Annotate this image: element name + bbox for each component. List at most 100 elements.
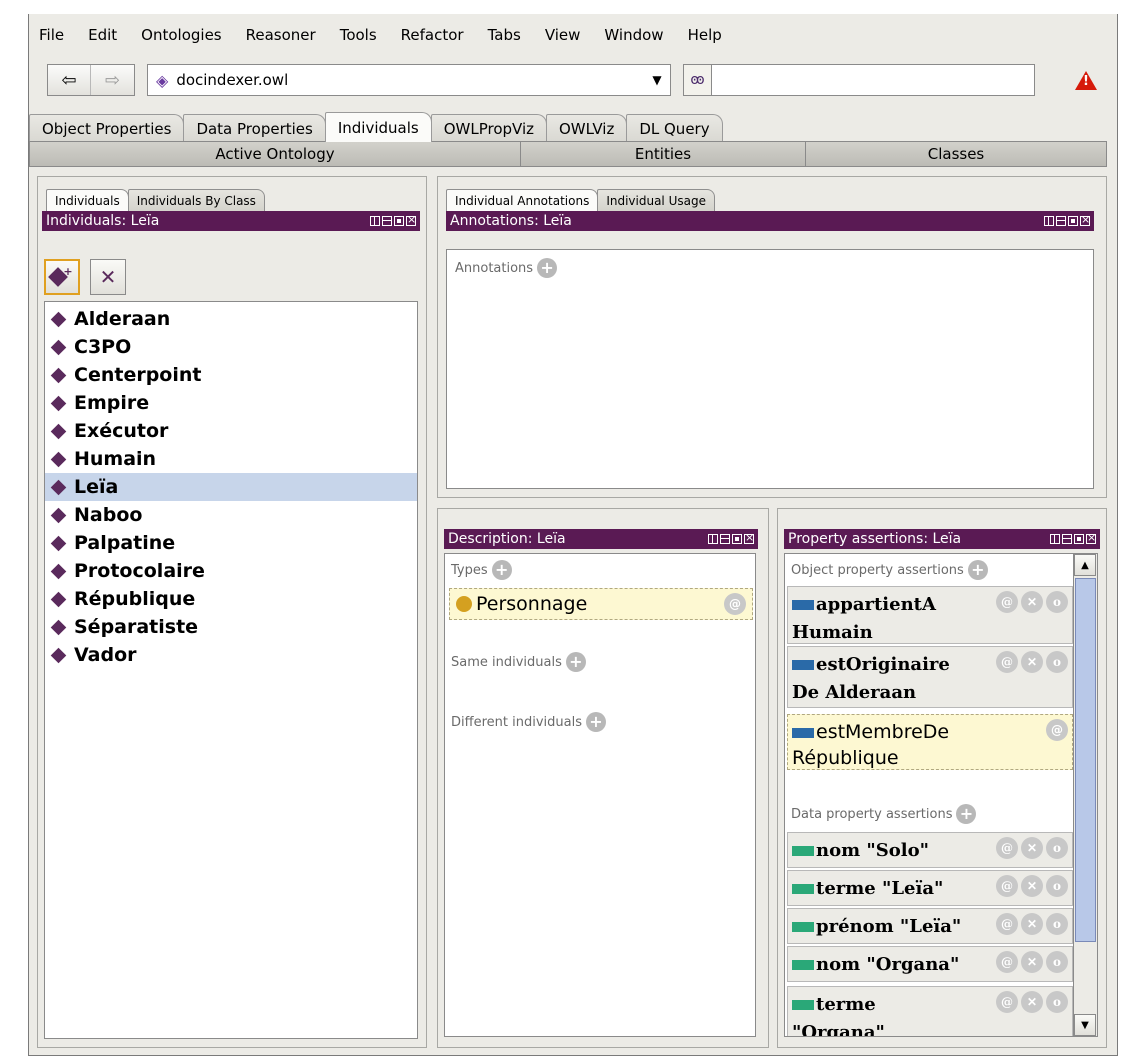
- tab-classes[interactable]: Classes: [805, 141, 1107, 167]
- list-item[interactable]: Séparatiste: [45, 613, 417, 641]
- annotate-button[interactable]: @: [996, 951, 1018, 973]
- scroll-thumb[interactable]: [1075, 578, 1096, 942]
- minimize-icon[interactable]: [1062, 534, 1072, 544]
- annotate-button[interactable]: @: [996, 913, 1018, 935]
- tab-data-properties[interactable]: Data Properties: [183, 114, 326, 142]
- tab-owlpropviz[interactable]: OWLPropViz: [430, 114, 547, 142]
- list-item[interactable]: C3PO: [45, 333, 417, 361]
- subtab-individuals-by-class[interactable]: Individuals By Class: [127, 189, 265, 211]
- ontology-selector[interactable]: ◈ docindexer.owl ▼: [147, 64, 671, 96]
- type-entry[interactable]: Personnage @: [449, 588, 753, 620]
- annotate-button[interactable]: @: [1046, 719, 1068, 741]
- minimize-icon[interactable]: [1056, 216, 1066, 226]
- tab-dl-query[interactable]: DL Query: [626, 114, 723, 142]
- close-icon[interactable]: [1086, 531, 1096, 544]
- menu-tools[interactable]: Tools: [328, 26, 389, 44]
- forward-button[interactable]: ⇨: [91, 65, 134, 95]
- add-data-assertion-button[interactable]: +: [956, 804, 977, 824]
- delete-button[interactable]: ✕: [1021, 837, 1043, 859]
- annotate-button[interactable]: @: [996, 991, 1018, 1013]
- data-assertion-row[interactable]: nom "Organa" @ ✕ o: [787, 946, 1073, 982]
- list-item[interactable]: Alderaan: [45, 305, 417, 333]
- annotate-button[interactable]: @: [996, 651, 1018, 673]
- list-item[interactable]: Naboo: [45, 501, 417, 529]
- add-annotation-button[interactable]: +: [537, 258, 558, 278]
- subtab-individual-annotations[interactable]: Individual Annotations: [446, 189, 599, 211]
- list-item[interactable]: Empire: [45, 389, 417, 417]
- list-item[interactable]: Humain: [45, 445, 417, 473]
- list-item-selected[interactable]: Leïa: [45, 473, 417, 501]
- split-icon[interactable]: [1050, 534, 1060, 544]
- add-same-individual-button[interactable]: +: [565, 652, 586, 672]
- menu-refactor[interactable]: Refactor: [389, 26, 476, 44]
- subtab-individual-usage[interactable]: Individual Usage: [597, 189, 715, 211]
- explain-button[interactable]: o: [1046, 875, 1068, 897]
- list-item[interactable]: République: [45, 585, 417, 613]
- float-icon[interactable]: [1074, 534, 1084, 544]
- close-icon[interactable]: [1080, 213, 1090, 226]
- data-assertion-row[interactable]: terme "Leïa" @ ✕ o: [787, 870, 1073, 906]
- add-type-button[interactable]: +: [491, 560, 512, 580]
- data-assertion-row[interactable]: terme "Organa" @ ✕ o: [787, 986, 1073, 1036]
- delete-button[interactable]: ✕: [1021, 875, 1043, 897]
- split-icon[interactable]: [1044, 216, 1054, 226]
- object-assertion-row[interactable]: estOriginaire De Alderaan @ ✕ o: [787, 646, 1073, 708]
- annotate-button[interactable]: @: [996, 837, 1018, 859]
- tab-entities[interactable]: Entities: [520, 141, 806, 167]
- tab-owlviz[interactable]: OWLViz: [546, 114, 628, 142]
- annotate-button[interactable]: @: [996, 875, 1018, 897]
- list-item[interactable]: Vador: [45, 641, 417, 669]
- split-icon[interactable]: [708, 534, 718, 544]
- menu-file[interactable]: File: [29, 26, 76, 44]
- close-icon[interactable]: [744, 531, 754, 544]
- minimize-icon[interactable]: [720, 534, 730, 544]
- menu-view[interactable]: View: [533, 26, 593, 44]
- close-icon[interactable]: [406, 213, 416, 226]
- list-item[interactable]: Centerpoint: [45, 361, 417, 389]
- warning-icon[interactable]: [1075, 71, 1097, 90]
- list-item[interactable]: Palpatine: [45, 529, 417, 557]
- menu-window[interactable]: Window: [592, 26, 675, 44]
- add-object-assertion-button[interactable]: +: [967, 560, 988, 580]
- float-icon[interactable]: [394, 216, 404, 226]
- search-input[interactable]: [712, 66, 1034, 94]
- delete-button[interactable]: ✕: [1021, 991, 1043, 1013]
- explain-button[interactable]: o: [1046, 951, 1068, 973]
- list-item[interactable]: Protocolaire: [45, 557, 417, 585]
- menu-help[interactable]: Help: [676, 26, 734, 44]
- object-assertion-row[interactable]: estMembreDe République @: [787, 714, 1073, 770]
- menu-reasoner[interactable]: Reasoner: [234, 26, 328, 44]
- tab-object-properties[interactable]: Object Properties: [29, 114, 185, 142]
- explain-button[interactable]: o: [1046, 837, 1068, 859]
- data-assertion-row[interactable]: prénom "Leïa" @ ✕ o: [787, 908, 1073, 944]
- menu-tabs[interactable]: Tabs: [476, 26, 533, 44]
- menu-ontologies[interactable]: Ontologies: [129, 26, 233, 44]
- menu-edit[interactable]: Edit: [76, 26, 129, 44]
- delete-button[interactable]: ✕: [1021, 591, 1043, 613]
- back-button[interactable]: ⇦: [48, 65, 92, 95]
- float-icon[interactable]: [1068, 216, 1078, 226]
- scroll-down-button[interactable]: ▼: [1074, 1014, 1096, 1036]
- delete-button[interactable]: ✕: [1021, 651, 1043, 673]
- add-different-individual-button[interactable]: +: [585, 712, 606, 732]
- add-individual-button[interactable]: +: [44, 259, 80, 295]
- explain-button[interactable]: o: [1046, 913, 1068, 935]
- explain-button[interactable]: o: [1046, 591, 1068, 613]
- delete-button[interactable]: ✕: [1021, 951, 1043, 973]
- split-icon[interactable]: [370, 216, 380, 226]
- list-item[interactable]: Exécutor: [45, 417, 417, 445]
- float-icon[interactable]: [732, 534, 742, 544]
- explain-button[interactable]: o: [1046, 991, 1068, 1013]
- chevron-down-icon[interactable]: ▼: [644, 73, 670, 87]
- annotate-button[interactable]: @: [724, 593, 746, 615]
- annotate-button[interactable]: @: [996, 591, 1018, 613]
- subtab-individuals[interactable]: Individuals: [46, 189, 129, 211]
- tab-active-ontology[interactable]: Active Ontology: [29, 141, 521, 167]
- binoculars-icon[interactable]: ꙭ: [684, 65, 712, 95]
- object-assertion-row[interactable]: appartientA Humain @ ✕ o: [787, 586, 1073, 644]
- minimize-icon[interactable]: [382, 216, 392, 226]
- vertical-scrollbar[interactable]: ▲ ▼: [1073, 554, 1097, 1036]
- delete-individual-button[interactable]: ✕: [90, 259, 126, 295]
- data-assertion-row[interactable]: nom "Solo" @ ✕ o: [787, 832, 1073, 868]
- explain-button[interactable]: o: [1046, 651, 1068, 673]
